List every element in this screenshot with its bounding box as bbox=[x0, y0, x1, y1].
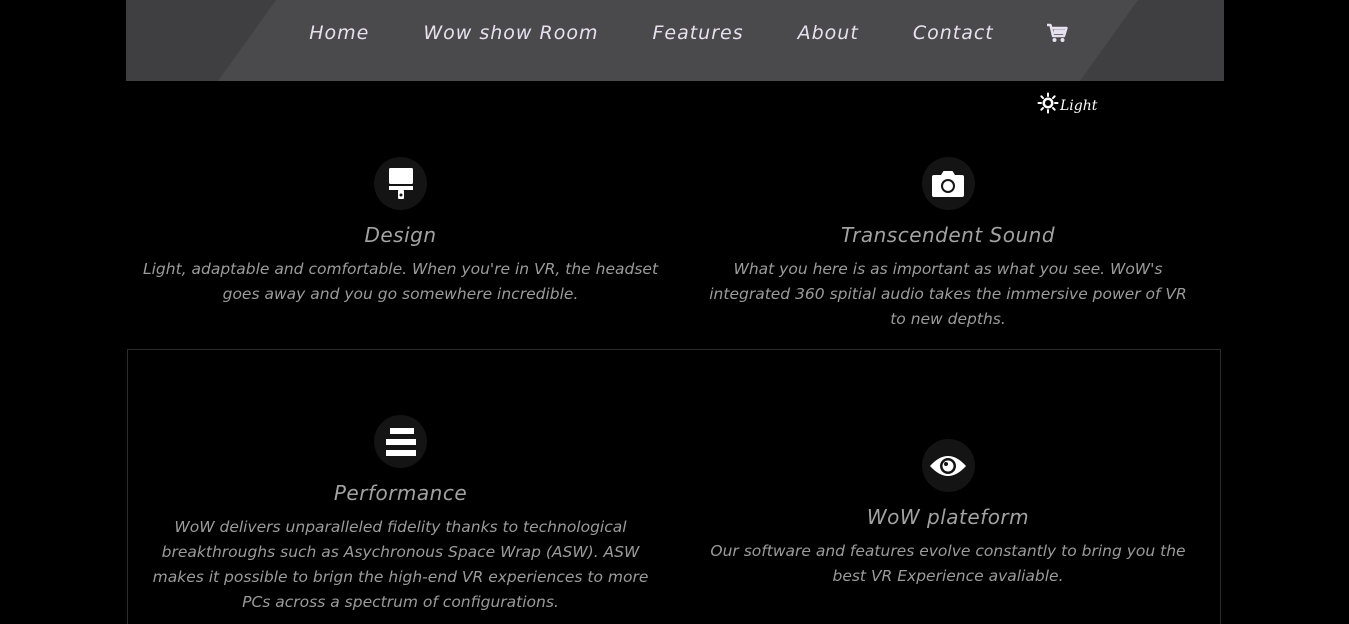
feature-performance: Performance WoW delivers unparalleled fi… bbox=[127, 415, 674, 615]
bars-icon bbox=[374, 415, 427, 468]
shopping-cart-icon[interactable] bbox=[1046, 23, 1068, 43]
feature-title: Design bbox=[364, 223, 437, 247]
feature-description: Light, adaptable and comfortable. When y… bbox=[142, 260, 659, 303]
camera-icon bbox=[921, 157, 975, 210]
page: Home Wow show Room Features About Contac… bbox=[0, 0, 1349, 624]
eye-icon bbox=[921, 439, 975, 492]
nav-link-contact[interactable]: Contact bbox=[913, 22, 994, 44]
nav-links: Home Wow show Room Features About Contac… bbox=[126, 0, 1224, 66]
nav-link-about[interactable]: About bbox=[798, 22, 859, 44]
feature-transcendent-sound: Transcendent Sound What you here is as i… bbox=[674, 157, 1222, 332]
feature-design: Design Light, adaptable and comfortable.… bbox=[127, 157, 674, 307]
nav-link-home[interactable]: Home bbox=[309, 22, 369, 44]
feature-description: WoW delivers unparalleled fidelity thank… bbox=[152, 518, 649, 611]
nav-link-wow-show-room[interactable]: Wow show Room bbox=[423, 22, 598, 44]
nav-link-features[interactable]: Features bbox=[652, 22, 743, 44]
top-navbar: Home Wow show Room Features About Contac… bbox=[126, 0, 1224, 81]
feature-description: Our software and features evolve constan… bbox=[710, 542, 1186, 585]
feature-wow-plateform: WoW plateform Our software and features … bbox=[674, 439, 1222, 589]
feature-description: What you here is as important as what yo… bbox=[709, 260, 1187, 328]
theme-toggle-label: Light bbox=[1060, 98, 1098, 114]
brush-icon bbox=[374, 157, 427, 210]
theme-toggle[interactable]: Light bbox=[1037, 92, 1097, 118]
feature-title: WoW plateform bbox=[866, 505, 1030, 529]
feature-title: Transcendent Sound bbox=[840, 223, 1056, 247]
sun-icon bbox=[1037, 92, 1059, 118]
feature-title: Performance bbox=[333, 481, 468, 505]
